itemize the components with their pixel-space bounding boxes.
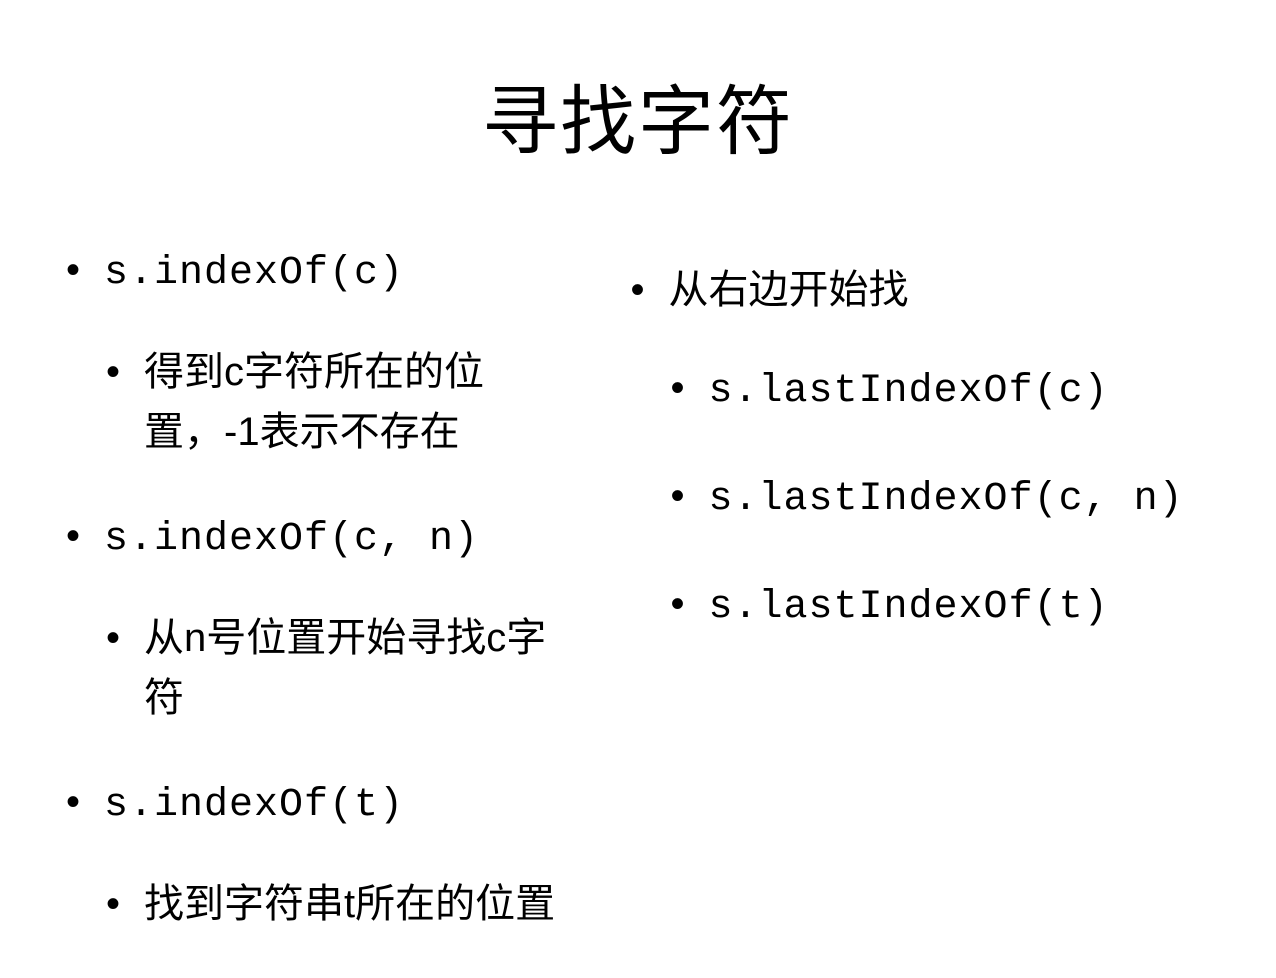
- code-text: s.lastIndexOf(c, n): [709, 477, 1184, 522]
- list-item: 得到c字符所在的位置，-1表示不存在: [60, 342, 585, 462]
- code-text: s.lastIndexOf(c): [709, 369, 1109, 414]
- left-column: s.indexOf(c) 得到c字符所在的位置，-1表示不存在 s.indexOf(…: [60, 240, 585, 978]
- list-item: s.lastIndexOf(t): [625, 574, 1216, 638]
- list-item: s.indexOf(c): [60, 240, 585, 304]
- content-columns: s.indexOf(c) 得到c字符所在的位置，-1表示不存在 s.indexOf(…: [60, 240, 1216, 978]
- list-item: 找到字符串t所在的位置: [60, 874, 585, 934]
- left-list: s.indexOf(c) 得到c字符所在的位置，-1表示不存在 s.indexOf(…: [60, 240, 585, 934]
- list-item: s.indexOf(t): [60, 772, 585, 836]
- list-item: 从n号位置开始寻找c字符: [60, 608, 585, 728]
- list-item: 从右边开始找: [625, 260, 1216, 320]
- list-item: s.lastIndexOf(c): [625, 358, 1216, 422]
- right-list: 从右边开始找 s.lastIndexOf(c) s.lastIndexOf(c, n…: [625, 260, 1216, 638]
- slide: 寻找字符 s.indexOf(c)得到c字符所在的位置，-1表示不存在s.ind…: [0, 0, 1276, 972]
- code-text: s.indexOf(c): [104, 251, 404, 296]
- code-text: s.indexOf(t): [104, 783, 404, 828]
- list-item: s.indexOf(c, n): [60, 506, 585, 570]
- code-text: s.indexOf(c, n): [104, 517, 479, 562]
- right-column: 从右边开始找 s.lastIndexOf(c) s.lastIndexOf(c, n…: [625, 240, 1216, 978]
- code-text: s.lastIndexOf(t): [709, 585, 1109, 630]
- list-item: s.lastIndexOf(c, n): [625, 466, 1216, 530]
- slide-title: 寻找字符: [60, 60, 1216, 170]
